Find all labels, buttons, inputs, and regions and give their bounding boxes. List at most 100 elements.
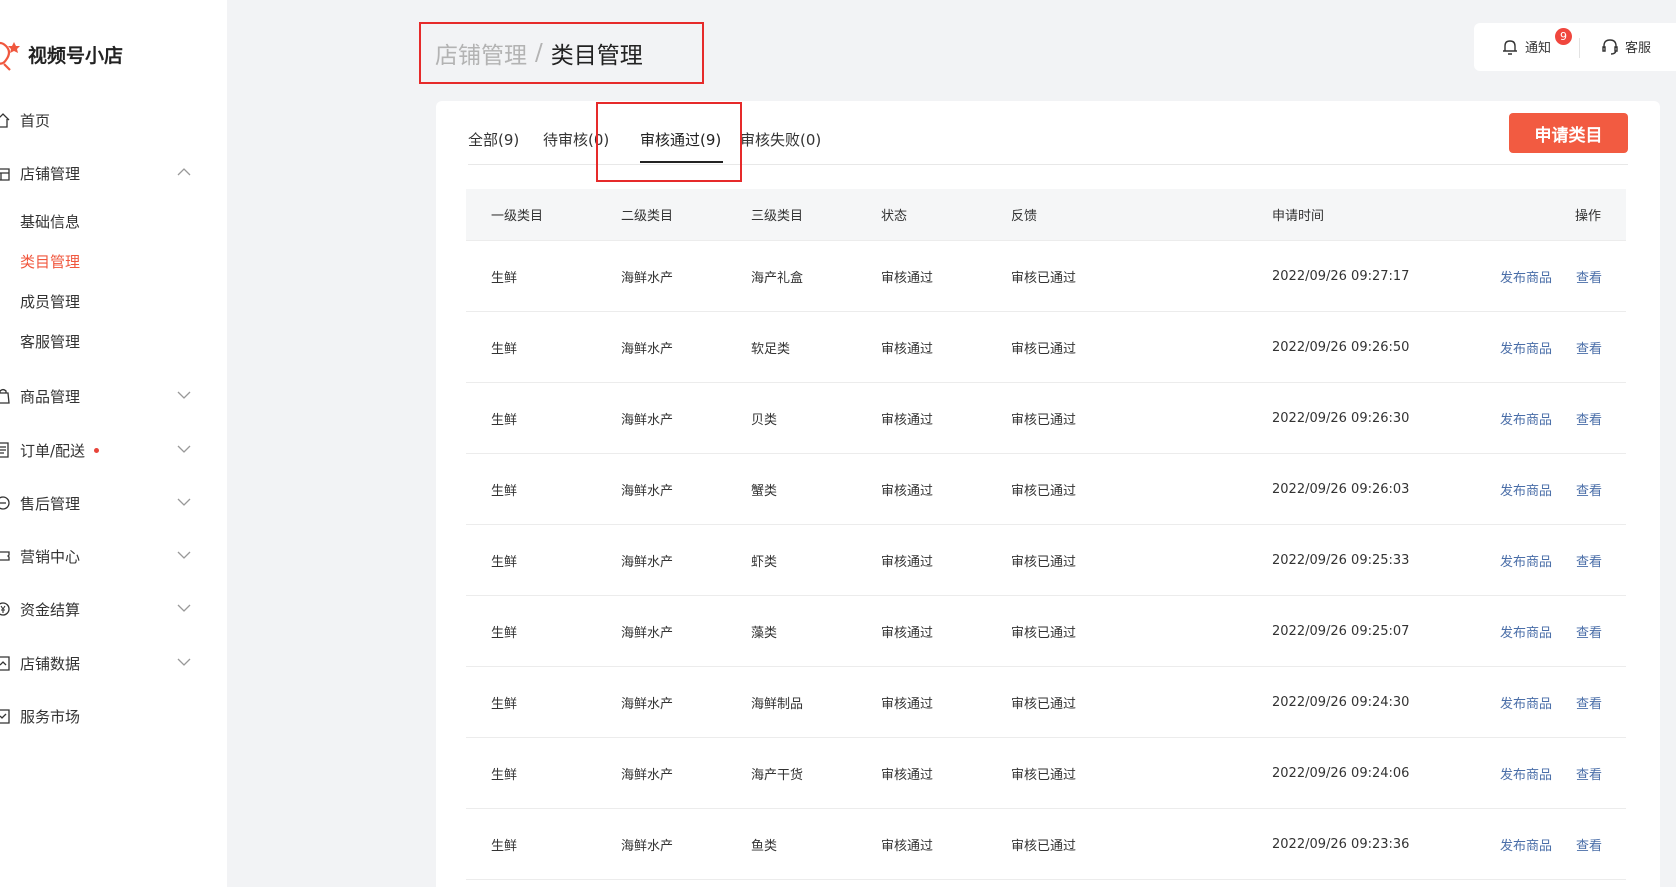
tab-rejected[interactable]: 审核失败(0): [740, 129, 821, 150]
cell-level3: 软足类: [751, 341, 791, 357]
view-link[interactable]: 查看: [1576, 241, 1602, 311]
tab-pending[interactable]: 待审核(0): [543, 129, 609, 150]
table-row: 生鲜 海鲜水产 贝类 审核通过 审核已通过 2022/09/26 09:26:30 发布商品…: [466, 383, 1626, 454]
cell-level1: 生鲜: [491, 412, 518, 428]
publish-goods-link[interactable]: 发布商品: [1500, 454, 1552, 524]
breadcrumb: 店铺管理 / 类目管理: [419, 22, 704, 84]
customer-service-button[interactable]: 客服: [1601, 37, 1651, 56]
publish-goods-link[interactable]: 发布商品: [1500, 383, 1552, 453]
cell-level1: 生鲜: [491, 483, 518, 499]
nav-item-shop[interactable]: 店铺管理: [0, 155, 227, 191]
notification-label: 通知: [1525, 41, 1552, 56]
cell-feedback: 审核已通过: [1011, 554, 1077, 570]
table-body: 生鲜 海鲜水产 海产礼盒 审核通过 审核已通过 2022/09/26 09:27:17 发布…: [466, 241, 1626, 880]
top-actions: 通知 9 客服: [1474, 23, 1676, 71]
publish-goods-link[interactable]: 发布商品: [1500, 241, 1552, 311]
breadcrumb-parent[interactable]: 店铺管理: [435, 36, 527, 70]
tab-approved[interactable]: 审核通过(9): [640, 129, 721, 150]
publish-goods-link[interactable]: 发布商品: [1500, 596, 1552, 666]
brand: 视频号小店: [0, 34, 123, 74]
cell-level2: 海鲜水产: [621, 554, 674, 570]
cell-feedback: 审核已通过: [1011, 412, 1077, 428]
nav-item-service-market[interactable]: 服务市场: [0, 698, 227, 734]
publish-goods-link[interactable]: 发布商品: [1500, 312, 1552, 382]
nav-label: 店铺数据: [20, 654, 81, 673]
service-market-icon: [0, 709, 10, 724]
nav-label: 首页: [20, 111, 51, 130]
nav-item-marketing[interactable]: 营销中心: [0, 538, 227, 574]
view-link[interactable]: 查看: [1576, 667, 1602, 737]
chevron-down-icon: [177, 604, 191, 612]
chevron-down-icon: [177, 498, 191, 506]
view-link[interactable]: 查看: [1576, 312, 1602, 382]
table-row: 生鲜 海鲜水产 海产干货 审核通过 审核已通过 2022/09/26 09:24:06 发布…: [466, 738, 1626, 809]
sidebar-item-customer-service[interactable]: 客服管理: [20, 326, 80, 356]
notification-dot: [94, 448, 100, 453]
view-link[interactable]: 查看: [1576, 383, 1602, 453]
header-feedback: 反馈: [1011, 209, 1038, 224]
publish-goods-link[interactable]: 发布商品: [1500, 667, 1552, 737]
aftersale-icon: [0, 496, 10, 510]
nav-label: 店铺管理: [20, 164, 81, 183]
cell-status: 审核通过: [881, 412, 934, 428]
notification-button[interactable]: 通知: [1502, 37, 1551, 56]
nav-item-aftersale[interactable]: 售后管理: [0, 485, 227, 521]
sidebar-item-category[interactable]: 类目管理: [20, 246, 80, 276]
finance-icon: [0, 602, 10, 616]
sidebar-item-basic-info[interactable]: 基础信息: [20, 206, 80, 236]
cell-level2: 海鲜水产: [621, 838, 674, 854]
chevron-up-icon: [177, 168, 191, 176]
active-tab-indicator: [640, 161, 723, 163]
view-link[interactable]: 查看: [1576, 454, 1602, 524]
cell-status: 审核通过: [881, 483, 934, 499]
cell-level2: 海鲜水产: [621, 412, 674, 428]
apply-category-button[interactable]: 申请类目: [1509, 113, 1628, 153]
notification-badge: 9: [1555, 28, 1572, 45]
publish-goods-link[interactable]: 发布商品: [1500, 525, 1552, 595]
nav-item-data[interactable]: 店铺数据: [0, 645, 227, 681]
view-link[interactable]: 查看: [1576, 525, 1602, 595]
table-row: 生鲜 海鲜水产 藻类 审核通过 审核已通过 2022/09/26 09:25:07 发布商品…: [466, 596, 1626, 667]
cell-apply-time: 2022/09/26 09:26:50: [1272, 339, 1410, 355]
view-link[interactable]: 查看: [1576, 809, 1602, 879]
nav-label: 服务市场: [20, 707, 81, 726]
home-icon: [0, 113, 10, 128]
nav-item-goods[interactable]: 商品管理: [0, 378, 227, 414]
cell-status: 审核通过: [881, 554, 934, 570]
tab-all[interactable]: 全部(9): [468, 129, 519, 150]
nav-item-home[interactable]: 首页: [0, 102, 227, 138]
table-header: 一级类目 二级类目 三级类目 状态 反馈 申请时间 操作: [466, 189, 1626, 241]
cell-apply-time: 2022/09/26 09:23:36: [1272, 836, 1410, 852]
cell-status: 审核通过: [881, 270, 934, 286]
nav-label: 资金结算: [20, 600, 81, 619]
view-link[interactable]: 查看: [1576, 596, 1602, 666]
cell-apply-time: 2022/09/26 09:26:30: [1272, 410, 1410, 426]
header-level1: 一级类目: [491, 209, 544, 224]
brand-name: 视频号小店: [28, 44, 124, 67]
cell-status: 审核通过: [881, 696, 934, 712]
nav-label: 营销中心: [20, 547, 81, 566]
sidebar: 视频号小店 首页 店铺管理 基础信息 类目管理 成员管理 客服管理 商品管理 订…: [0, 0, 227, 887]
customer-service-label: 客服: [1625, 41, 1652, 56]
cell-feedback: 审核已通过: [1011, 625, 1077, 641]
cell-level1: 生鲜: [491, 270, 518, 286]
nav-item-finance[interactable]: 资金结算: [0, 591, 227, 627]
cell-apply-time: 2022/09/26 09:26:03: [1272, 481, 1410, 497]
cell-level2: 海鲜水产: [621, 270, 674, 286]
cell-level3: 鱼类: [751, 838, 778, 854]
headset-icon: [1602, 38, 1618, 55]
publish-goods-link[interactable]: 发布商品: [1500, 809, 1552, 879]
cell-level3: 海产干货: [751, 767, 804, 783]
cell-level3: 藻类: [751, 625, 778, 641]
sidebar-item-members[interactable]: 成员管理: [20, 286, 80, 316]
cell-status: 审核通过: [881, 838, 934, 854]
cell-level1: 生鲜: [491, 696, 518, 712]
publish-goods-link[interactable]: 发布商品: [1500, 738, 1552, 808]
view-link[interactable]: 查看: [1576, 738, 1602, 808]
marketing-icon: [0, 551, 10, 561]
cell-level3: 虾类: [751, 554, 778, 570]
cell-feedback: 审核已通过: [1011, 838, 1077, 854]
nav-item-orders[interactable]: 订单/配送: [0, 432, 227, 468]
table-row: 生鲜 海鲜水产 鱼类 审核通过 审核已通过 2022/09/26 09:23:36 发布商品…: [466, 809, 1626, 880]
goods-icon: [0, 388, 10, 404]
